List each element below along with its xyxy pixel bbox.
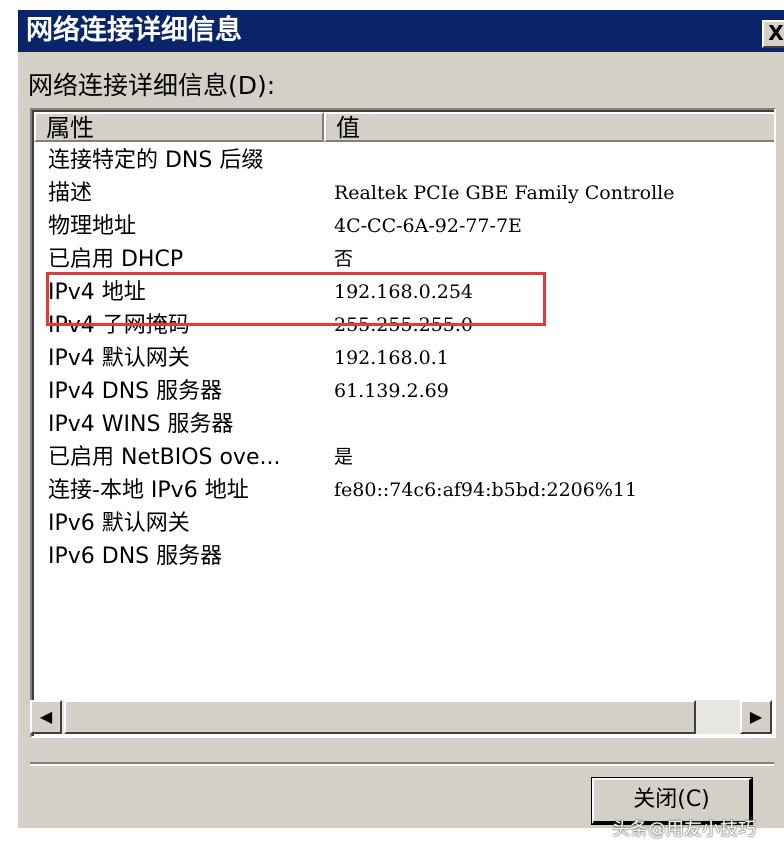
- table-row[interactable]: IPv4 DNS 服务器 61.139.2.69: [34, 375, 774, 408]
- list-header: 属性 值: [34, 112, 774, 142]
- row-property: 描述: [48, 181, 93, 206]
- close-icon[interactable]: X: [762, 20, 784, 48]
- row-value: Realtek PCIe GBE Family Controlle: [334, 182, 675, 204]
- table-row[interactable]: IPv6 默认网关: [34, 507, 774, 540]
- table-row[interactable]: 物理地址 4C-CC-6A-92-77-7E: [34, 210, 774, 243]
- row-value: fe80::74c6:af94:b5bd:2206%11: [334, 479, 638, 501]
- row-property: 连接特定的 DNS 后缀: [48, 148, 264, 173]
- scroll-left-icon[interactable]: ◀: [30, 700, 62, 734]
- row-property: IPv4 默认网关: [48, 346, 190, 371]
- dialog-title: 网络连接详细信息: [26, 15, 242, 46]
- row-property: IPv6 默认网关: [48, 511, 190, 536]
- table-row[interactable]: IPv6 DNS 服务器: [34, 540, 774, 573]
- table-row[interactable]: 描述 Realtek PCIe GBE Family Controlle: [34, 177, 774, 210]
- horizontal-scrollbar[interactable]: ◀ ▶: [30, 700, 772, 734]
- table-row[interactable]: IPv4 WINS 服务器: [34, 408, 774, 441]
- row-property: 物理地址: [48, 214, 137, 239]
- table-row[interactable]: 连接特定的 DNS 后缀: [34, 144, 774, 177]
- scroll-thumb[interactable]: [64, 700, 696, 734]
- row-property: IPv6 DNS 服务器: [48, 544, 223, 569]
- watermark: 头条@用友小技巧: [612, 819, 756, 840]
- scroll-right-icon[interactable]: ▶: [740, 700, 772, 734]
- highlight-box: [46, 272, 546, 326]
- row-value: 192.168.0.1: [334, 347, 449, 369]
- divider: [30, 762, 774, 766]
- row-value: 是: [334, 446, 354, 468]
- row-property: 连接-本地 IPv6 地址: [48, 478, 249, 503]
- column-header-property[interactable]: 属性: [34, 112, 324, 142]
- row-property: IPv4 DNS 服务器: [48, 379, 223, 404]
- row-value: 61.139.2.69: [334, 380, 449, 402]
- details-list[interactable]: 属性 值 连接特定的 DNS 后缀 描述 Realtek PCIe GBE Fami…: [30, 108, 776, 738]
- row-property: IPv4 WINS 服务器: [48, 412, 234, 437]
- row-property: 已启用 NetBIOS ove...: [48, 445, 281, 470]
- row-value: 4C-CC-6A-92-77-7E: [334, 215, 522, 237]
- details-group-label: 网络连接详细信息(D):: [28, 71, 276, 100]
- title-bar: 网络连接详细信息 X: [18, 10, 784, 52]
- table-row[interactable]: 已启用 NetBIOS ove... 是: [34, 441, 774, 474]
- table-row[interactable]: IPv4 默认网关 192.168.0.1: [34, 342, 774, 375]
- table-row[interactable]: 连接-本地 IPv6 地址 fe80::74c6:af94:b5bd:2206%1…: [34, 474, 774, 507]
- column-header-value[interactable]: 值: [324, 112, 774, 142]
